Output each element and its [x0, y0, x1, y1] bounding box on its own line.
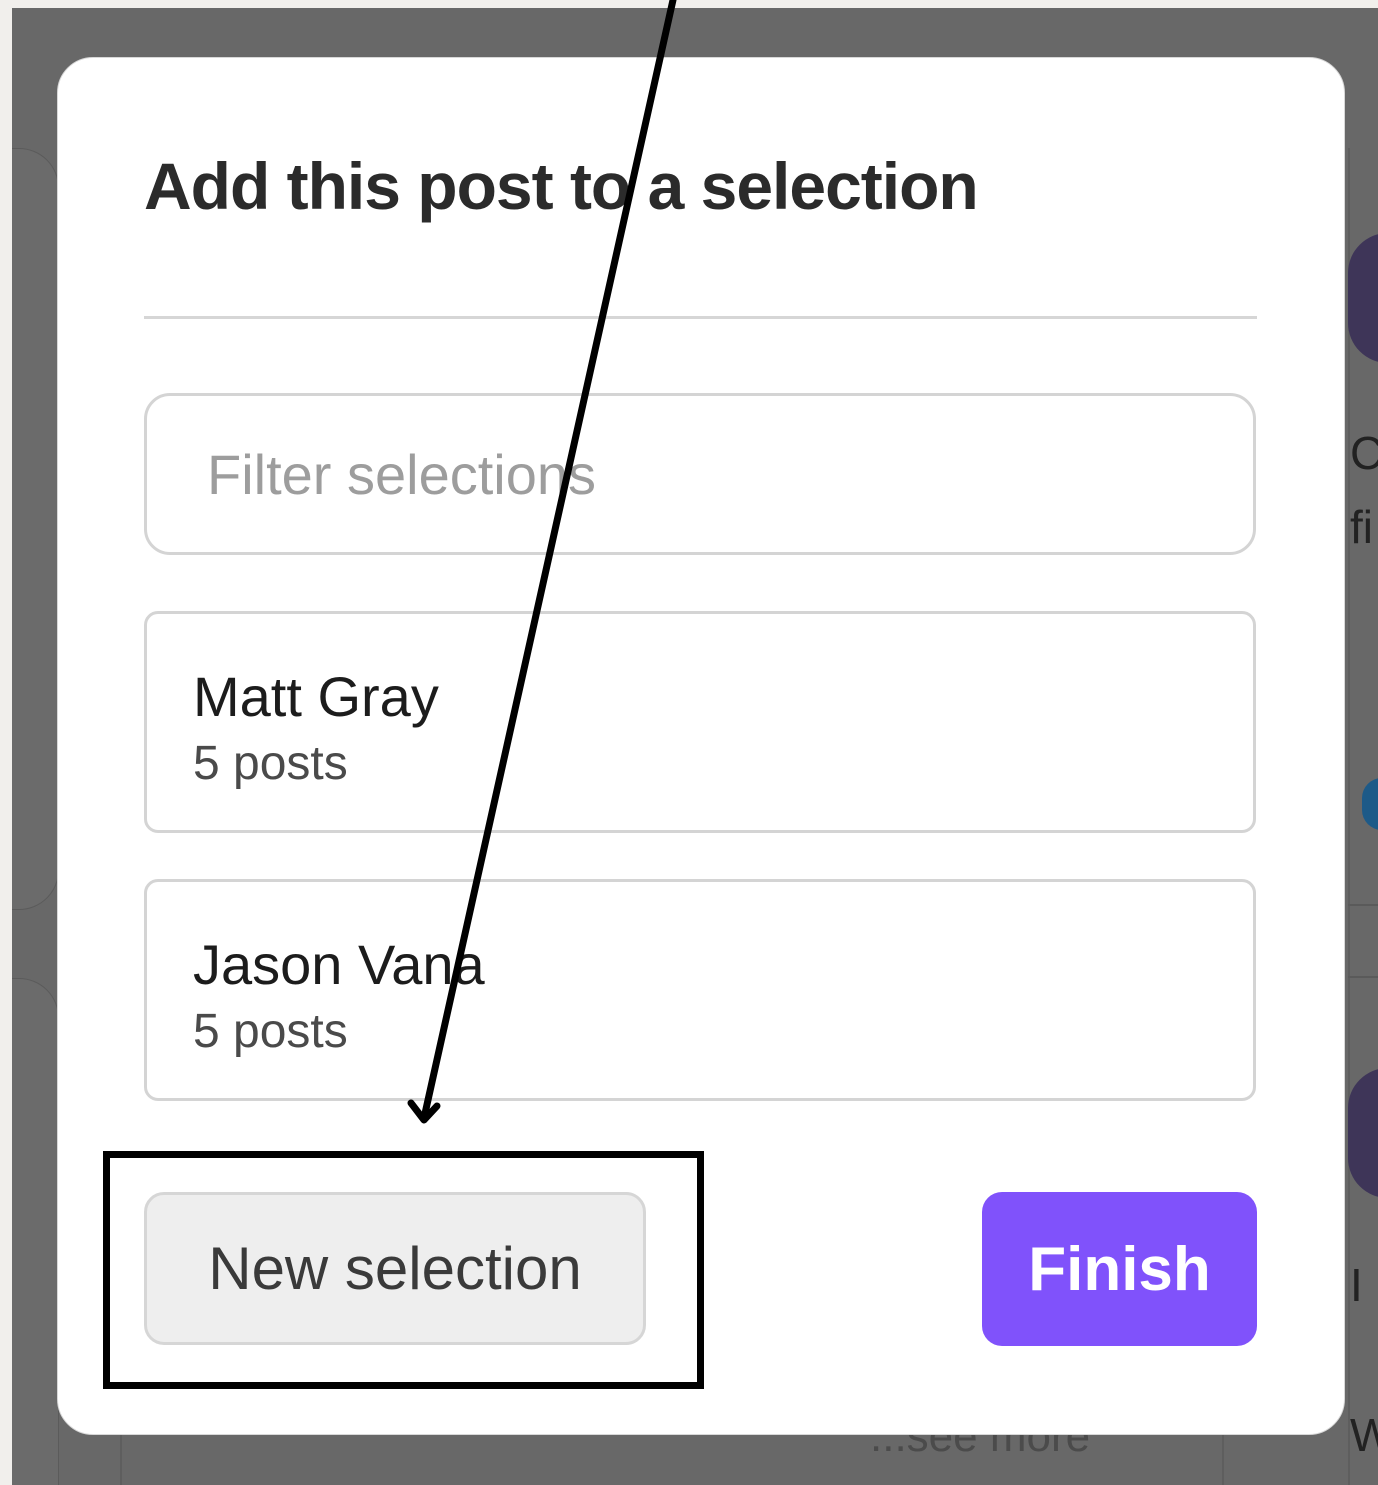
finish-button[interactable]: Finish [982, 1192, 1257, 1346]
background-text-fragment: C [1350, 427, 1378, 479]
background-card [12, 148, 59, 910]
new-selection-button[interactable]: New selection [144, 1192, 646, 1345]
selection-name: Jason Vana [193, 933, 485, 996]
selection-item-matt-gray[interactable]: Matt Gray 5 posts [144, 611, 1256, 833]
background-divider [1348, 904, 1378, 906]
selection-name: Matt Gray [193, 665, 439, 728]
modal-title: Add this post to a selection [144, 149, 979, 223]
filter-selections-input[interactable] [144, 393, 1256, 555]
background-divider [1348, 976, 1378, 978]
modal-divider [144, 316, 1257, 319]
background-text-fragment: fi [1350, 501, 1373, 553]
selection-post-count: 5 posts [193, 737, 348, 790]
background-text-fragment: W [1350, 1409, 1378, 1461]
background-text-fragment: I [1350, 1259, 1363, 1311]
background-card [12, 978, 59, 1485]
selection-post-count: 5 posts [193, 1005, 348, 1058]
selection-item-jason-vana[interactable]: Jason Vana 5 posts [144, 879, 1256, 1101]
